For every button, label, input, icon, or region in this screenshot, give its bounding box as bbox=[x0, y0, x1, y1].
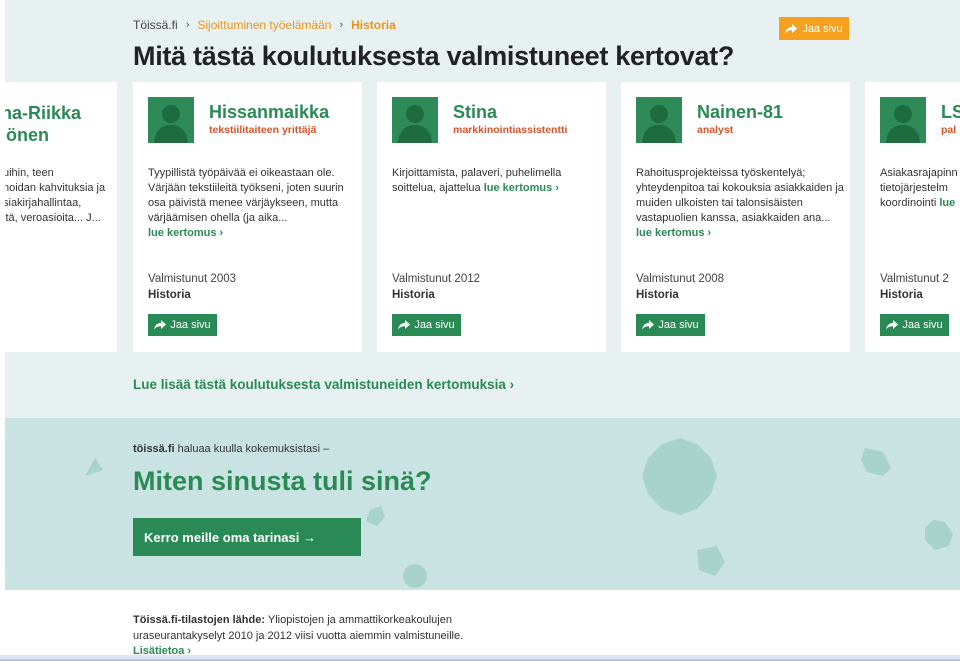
story-name[interactable]: Hissanmaikka bbox=[209, 102, 329, 123]
story-description: uihin, teen noidan kahvituksia ja siakir… bbox=[5, 167, 106, 224]
story-description: Rahoitusprojekteissa työskentelyä; yhtey… bbox=[636, 166, 846, 241]
breadcrumb-section[interactable]: Sijoittuminen työelämään bbox=[197, 18, 331, 32]
decorative-badge bbox=[642, 438, 717, 515]
share-story-label: Jaa sivu bbox=[414, 319, 455, 331]
share-page-label: Jaa sivu bbox=[802, 22, 843, 35]
story-card-partial[interactable]: na-Riikka iönen uihin, teen noidan kahvi… bbox=[5, 82, 117, 352]
share-arrow-icon bbox=[398, 320, 411, 330]
story-role: pal bbox=[941, 124, 957, 136]
story-subject: Historia bbox=[148, 289, 191, 301]
page-title: Mitä tästä koulutuksesta valmistuneet ke… bbox=[133, 41, 735, 71]
more-stories-link[interactable]: Lue lisää tästä koulutuksesta valmistune… bbox=[133, 377, 514, 392]
decorative-hexagon bbox=[366, 506, 385, 526]
share-arrow-icon bbox=[154, 320, 167, 330]
decorative-circle bbox=[403, 564, 427, 588]
story-description: Kirjoittamista, palaveri, puhelimella so… bbox=[392, 167, 562, 194]
feedback-banner: töissä.fi haluaa kuulla kokemuksistasi –… bbox=[5, 418, 960, 590]
feedback-heading: Miten sinusta tuli sinä? bbox=[133, 466, 432, 496]
story-subject: Historia bbox=[636, 289, 679, 301]
story-role: tekstiilitaiteen yrittäjä bbox=[209, 124, 317, 136]
story-subject: Historia bbox=[392, 289, 435, 301]
story-name: na-Riikka iönen bbox=[5, 103, 82, 145]
share-arrow-icon bbox=[642, 320, 655, 330]
story-card: Hissanmaikka tekstiilitaiteen yrittäjä T… bbox=[133, 82, 362, 352]
person-silhouette-icon bbox=[392, 97, 438, 143]
share-story-label: Jaa sivu bbox=[658, 319, 699, 331]
story-description: Tyypillistä työpäivää ei oikeastaan ole.… bbox=[148, 166, 358, 241]
share-story-button[interactable]: Jaa sivu bbox=[148, 314, 217, 336]
source-label: Töissä.fi-tilastojen lähde: bbox=[133, 614, 266, 626]
decorative-badge bbox=[925, 520, 953, 550]
story-card-partial: LS pal Asiakasrajapinn tietojärjestelm k… bbox=[865, 82, 960, 352]
feedback-intro: töissä.fi haluaa kuulla kokemuksistasi – bbox=[133, 443, 330, 455]
share-arrow-icon bbox=[886, 320, 899, 330]
graduation-year: Valmistunut 2003 bbox=[148, 273, 237, 285]
story-name[interactable]: Stina bbox=[453, 102, 497, 123]
share-story-button[interactable]: Jaa sivu bbox=[880, 314, 949, 336]
story-card: Stina markkinointiassistentti Kirjoittam… bbox=[377, 82, 606, 352]
tell-your-story-button[interactable]: Kerro meille oma tarinasi → bbox=[133, 518, 361, 556]
breadcrumb-current: Historia bbox=[351, 18, 396, 32]
share-story-label: Jaa sivu bbox=[170, 319, 211, 331]
story-role: analyst bbox=[697, 124, 734, 136]
breadcrumb-home[interactable]: Töissä.fi bbox=[133, 18, 178, 32]
graduation-year: Valmistunut 2012 bbox=[392, 273, 481, 285]
person-silhouette-icon bbox=[880, 97, 926, 143]
read-story-link[interactable]: lue kertomus › bbox=[484, 182, 559, 194]
read-story-link[interactable]: lue kertomus › bbox=[636, 226, 846, 241]
story-subject: Historia bbox=[880, 289, 923, 301]
share-story-label: Jaa sivu bbox=[902, 319, 943, 331]
breadcrumb: Töissä.fi › Sijoittuminen työelämään › H… bbox=[133, 18, 396, 32]
decorative-hexagon bbox=[861, 448, 891, 476]
breadcrumb-separator-icon: › bbox=[339, 19, 344, 31]
story-role: markkinointiassistentti bbox=[453, 124, 568, 136]
read-story-link[interactable]: lue kertomus › bbox=[148, 226, 358, 241]
decorative-triangle bbox=[85, 458, 103, 476]
decorative-hexagon bbox=[697, 546, 725, 576]
story-name[interactable]: Nainen-81 bbox=[697, 102, 783, 123]
graduation-year: Valmistunut 2008 bbox=[636, 273, 725, 285]
statistics-source: Töissä.fi-tilastojen lähde: Yliopistojen… bbox=[133, 613, 513, 660]
share-story-button[interactable]: Jaa sivu bbox=[636, 314, 705, 336]
read-story-link[interactable]: lue bbox=[939, 197, 955, 209]
breadcrumb-separator-icon: › bbox=[185, 19, 190, 31]
story-card: Nainen-81 analyst Rahoitusprojekteissa t… bbox=[621, 82, 850, 352]
graduation-year: Valmistunut 2 bbox=[880, 273, 949, 285]
share-arrow-icon bbox=[785, 23, 798, 33]
story-carousel: na-Riikka iönen uihin, teen noidan kahvi… bbox=[0, 82, 960, 352]
share-story-button[interactable]: Jaa sivu bbox=[392, 314, 461, 336]
story-description: Asiakasrajapinn tietojärjestelm koordino… bbox=[880, 167, 958, 209]
person-silhouette-icon bbox=[148, 97, 194, 143]
share-page-button[interactable]: Jaa sivu bbox=[779, 17, 849, 40]
person-silhouette-icon bbox=[636, 97, 682, 143]
story-name[interactable]: LS bbox=[941, 102, 960, 123]
